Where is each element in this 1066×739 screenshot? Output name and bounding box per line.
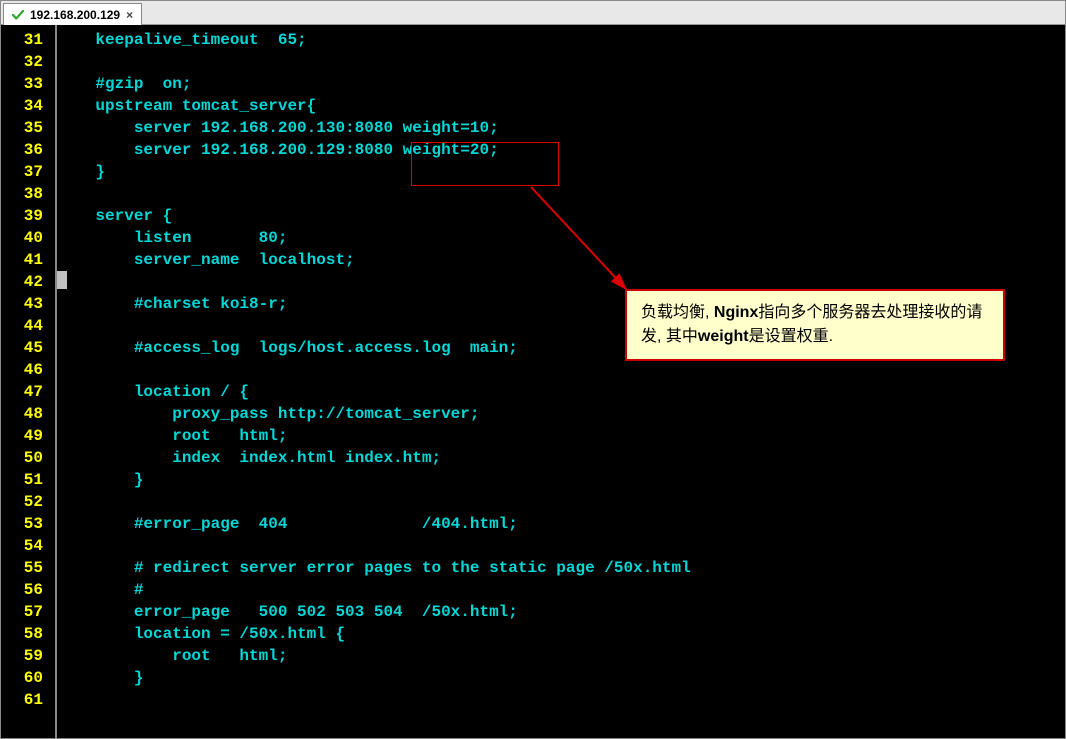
code-line[interactable]: } [57,469,1065,491]
line-number: 46 [1,359,55,381]
code-line[interactable]: root html; [57,645,1065,667]
code-line[interactable]: server_name localhost; [57,249,1065,271]
line-number: 34 [1,95,55,117]
line-number: 35 [1,117,55,139]
code-line[interactable]: location = /50x.html { [57,623,1065,645]
line-number: 51 [1,469,55,491]
code-line[interactable]: } [57,161,1065,183]
code-line[interactable] [57,183,1065,205]
tooltip-bold2: weight [698,328,749,345]
code-line[interactable] [57,359,1065,381]
code-line[interactable] [57,491,1065,513]
app-window: 192.168.200.129 × 3132333435363738394041… [0,0,1066,739]
line-number: 44 [1,315,55,337]
line-number: 37 [1,161,55,183]
line-number: 39 [1,205,55,227]
line-number: 47 [1,381,55,403]
code-line[interactable]: root html; [57,425,1065,447]
line-number: 48 [1,403,55,425]
tab-bar: 192.168.200.129 × [1,1,1065,25]
annotation-tooltip: 负载均衡, Nginx指向多个服务器去处理接收的请发, 其中weight是设置权… [625,289,1005,361]
line-number: 38 [1,183,55,205]
line-number-gutter: 3132333435363738394041424344454647484950… [1,25,57,738]
line-number: 60 [1,667,55,689]
line-number: 52 [1,491,55,513]
line-number: 57 [1,601,55,623]
code-line[interactable]: server { [57,205,1065,227]
code-line[interactable]: # redirect server error pages to the sta… [57,557,1065,579]
code-line[interactable]: location / { [57,381,1065,403]
line-number: 61 [1,689,55,711]
line-number: 31 [1,29,55,51]
tab-active[interactable]: 192.168.200.129 × [3,3,142,25]
tooltip-text: 负载均衡, [641,304,714,321]
code-line[interactable]: # [57,579,1065,601]
line-number: 43 [1,293,55,315]
code-line[interactable]: index index.html index.htm; [57,447,1065,469]
code-line[interactable]: server 192.168.200.130:8080 weight=10; [57,117,1065,139]
line-number: 53 [1,513,55,535]
code-line[interactable]: upstream tomcat_server{ [57,95,1065,117]
line-number: 49 [1,425,55,447]
code-line[interactable]: server 192.168.200.129:8080 weight=20; [57,139,1065,161]
line-number: 56 [1,579,55,601]
code-line[interactable] [57,51,1065,73]
tooltip-bold1: Nginx [714,304,758,321]
code-line[interactable]: #gzip on; [57,73,1065,95]
code-line[interactable]: #error_page 404 /404.html; [57,513,1065,535]
line-number: 55 [1,557,55,579]
line-number: 41 [1,249,55,271]
line-number: 50 [1,447,55,469]
code-line[interactable]: listen 80; [57,227,1065,249]
line-number: 36 [1,139,55,161]
line-number: 59 [1,645,55,667]
tab-title: 192.168.200.129 [30,8,120,22]
text-cursor [57,271,67,289]
checkmark-icon [12,9,24,21]
line-number: 45 [1,337,55,359]
line-number: 33 [1,73,55,95]
code-line[interactable]: error_page 500 502 503 504 /50x.html; [57,601,1065,623]
editor: 3132333435363738394041424344454647484950… [1,25,1065,738]
line-number: 54 [1,535,55,557]
line-number: 32 [1,51,55,73]
code-line[interactable]: keepalive_timeout 65; [57,29,1065,51]
close-icon[interactable]: × [126,8,133,22]
code-line[interactable]: } [57,667,1065,689]
code-line[interactable]: proxy_pass http://tomcat_server; [57,403,1065,425]
code-area[interactable]: keepalive_timeout 65; #gzip on; upstream… [57,25,1065,738]
code-line[interactable] [57,689,1065,711]
line-number: 40 [1,227,55,249]
tooltip-after: 是设置权重. [749,328,833,345]
line-number: 42 [1,271,55,293]
line-number: 58 [1,623,55,645]
code-line[interactable] [57,535,1065,557]
